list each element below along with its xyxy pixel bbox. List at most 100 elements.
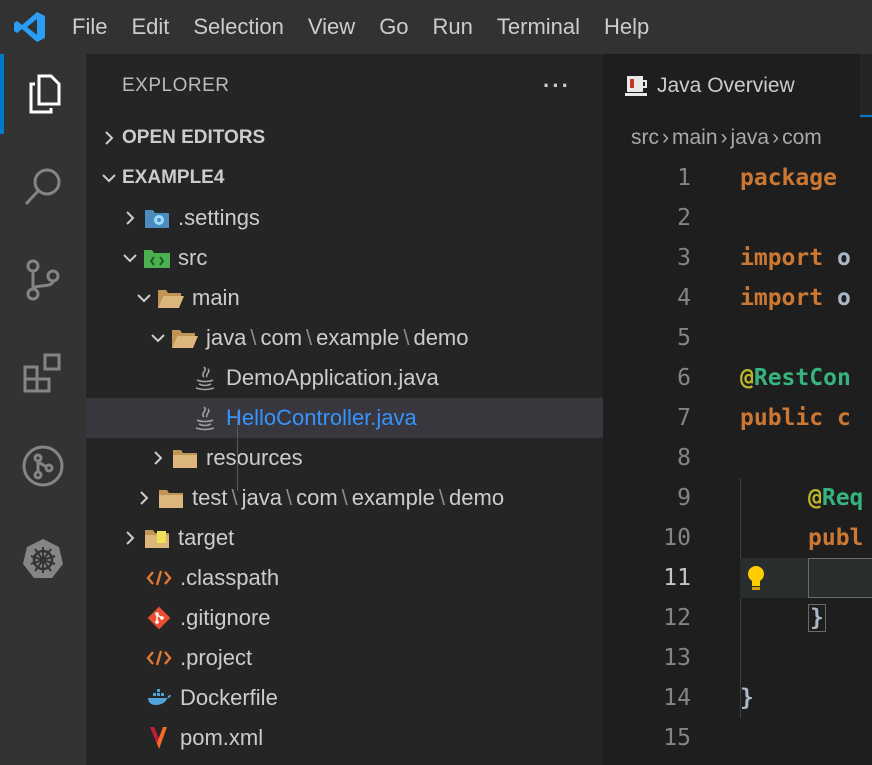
tree-item-dockerfile[interactable]: Dockerfile — [86, 678, 603, 718]
source-control-icon[interactable] — [0, 240, 86, 320]
git-graph-icon[interactable] — [0, 426, 86, 506]
tree-item-resources[interactable]: resources — [86, 438, 603, 478]
tree-item-classpath[interactable]: .classpath — [86, 558, 603, 598]
menu-terminal[interactable]: Terminal — [485, 0, 592, 54]
tree-item-label: resources — [206, 445, 303, 470]
tree-item-label: .classpath — [180, 565, 280, 590]
java-overview-icon — [621, 73, 651, 99]
chevron-down-icon — [146, 326, 170, 350]
tree-item-main[interactable]: main — [86, 278, 603, 318]
menu-selection[interactable]: Selection — [181, 0, 296, 54]
tree-item-target[interactable]: target — [86, 518, 603, 558]
chevron-right-icon — [146, 446, 170, 470]
chevron-right-icon — [118, 526, 142, 550]
tree-item-label: test \ java \ com \ example \ demo — [192, 485, 505, 510]
chevron-down-icon — [96, 166, 122, 190]
folder-open-icon — [170, 325, 200, 351]
code-line: 5 — [677, 325, 691, 351]
menu-file[interactable]: File — [60, 0, 119, 54]
tree-item-label: main — [192, 285, 240, 310]
tree-item-java-package[interactable]: java \ com \ example \ demo — [86, 318, 603, 358]
tree-item-label: src — [178, 245, 208, 270]
menu-go[interactable]: Go — [367, 0, 420, 54]
code-line: 4 import o — [677, 285, 851, 311]
chevron-down-icon — [118, 246, 142, 270]
tree-item-demo-application[interactable]: DemoApplication.java — [86, 358, 603, 398]
menu-edit[interactable]: Edit — [119, 0, 181, 54]
kubernetes-icon[interactable] — [0, 519, 86, 599]
chevron-right-icon — [132, 486, 156, 510]
tree-item-settings[interactable]: .settings — [86, 198, 603, 238]
tree-item-gitignore[interactable]: .gitignore — [86, 598, 603, 638]
tree-item-label: .project — [180, 645, 253, 670]
chevron-right-icon: › — [772, 126, 780, 149]
tree-item-project[interactable]: .project — [86, 638, 603, 678]
src-folder-icon — [142, 245, 172, 271]
git-file-icon — [144, 605, 174, 631]
search-icon[interactable] — [0, 147, 86, 227]
menu-bar: File Edit Selection View Go Run Terminal… — [0, 0, 872, 54]
code-line: 9 @Req — [677, 485, 864, 511]
open-editors-section[interactable]: OPEN EDITORS — [86, 118, 603, 158]
chevron-right-icon — [96, 126, 122, 150]
tree-item-pom[interactable]: pom.xml — [86, 718, 603, 758]
code-line: 12 } — [663, 604, 826, 632]
workspace-section[interactable]: EXAMPLE4 — [86, 158, 603, 198]
code-line: 7 public c — [677, 405, 851, 431]
code-line: 15 — [663, 725, 691, 751]
chevron-right-icon: › — [662, 126, 669, 149]
open-editors-label: OPEN EDITORS — [122, 127, 266, 148]
code-line: 13 — [663, 645, 691, 671]
active-tab-indicator — [860, 115, 872, 117]
tree-item-label: Dockerfile — [180, 685, 278, 710]
menu-run[interactable]: Run — [421, 0, 485, 54]
code-line: 14 } — [663, 685, 754, 711]
tree-item-label: pom.xml — [180, 725, 264, 750]
chevron-right-icon — [118, 206, 142, 230]
tree-item-test-package[interactable]: test \ java \ com \ example \ demo — [86, 478, 603, 518]
breadcrumb-item[interactable]: src — [631, 126, 659, 150]
tree-item-label: HelloController.java — [226, 405, 417, 430]
activity-bar — [0, 54, 86, 765]
tab-java-overview[interactable]: Java Overview — [603, 54, 860, 118]
docker-icon — [144, 685, 174, 711]
code-line: 3 import o — [677, 245, 851, 271]
breadcrumb: src › main › java › com — [603, 118, 872, 158]
chevron-right-icon: › — [720, 126, 728, 149]
tree-item-src[interactable]: src — [86, 238, 603, 278]
menu-view[interactable]: View — [296, 0, 367, 54]
tree-item-label: target — [178, 525, 235, 550]
tab-bar: Java Overview — [603, 54, 872, 118]
tree-item-label: java \ com \ example \ demo — [206, 325, 469, 350]
target-folder-icon — [142, 525, 172, 551]
code-line: 2 — [677, 205, 691, 231]
tree-item-hello-controller[interactable]: HelloController.java — [86, 398, 603, 438]
tab-label: Java Overview — [657, 74, 795, 97]
workspace-label: EXAMPLE4 — [122, 167, 225, 188]
maven-icon — [144, 725, 174, 751]
explorer-sidebar: EXPLORER ··· OPEN EDITORS EXAMPLE4 .sett… — [86, 54, 603, 765]
breadcrumb-item[interactable]: main — [672, 126, 718, 150]
sidebar-header: EXPLORER ··· — [86, 54, 603, 118]
tree-item-label: DemoApplication.java — [226, 365, 439, 390]
extensions-icon[interactable] — [0, 333, 86, 413]
vscode-logo-icon — [0, 0, 60, 54]
menu-help[interactable]: Help — [592, 0, 661, 54]
explorer-icon[interactable] — [0, 54, 86, 134]
editor-area: Java Overview src › main › java › com 1 … — [603, 54, 872, 765]
breadcrumb-item[interactable]: java — [731, 126, 770, 150]
more-actions-button[interactable]: ··· — [543, 73, 571, 99]
cursor-bracket-highlight — [808, 558, 872, 598]
settings-folder-icon — [142, 205, 172, 231]
chevron-down-icon — [132, 286, 156, 310]
folder-icon — [170, 445, 200, 471]
xml-file-icon — [144, 565, 174, 591]
breadcrumb-item[interactable]: com — [782, 126, 822, 150]
lightbulb-icon[interactable] — [745, 564, 767, 598]
folder-open-icon — [156, 285, 186, 311]
tree-item-label: .gitignore — [180, 605, 271, 630]
java-file-icon — [190, 365, 220, 391]
tree-item-label: .settings — [178, 205, 260, 230]
code-line: 10 publ — [663, 525, 864, 551]
code-line-current: 11 — [603, 558, 872, 598]
